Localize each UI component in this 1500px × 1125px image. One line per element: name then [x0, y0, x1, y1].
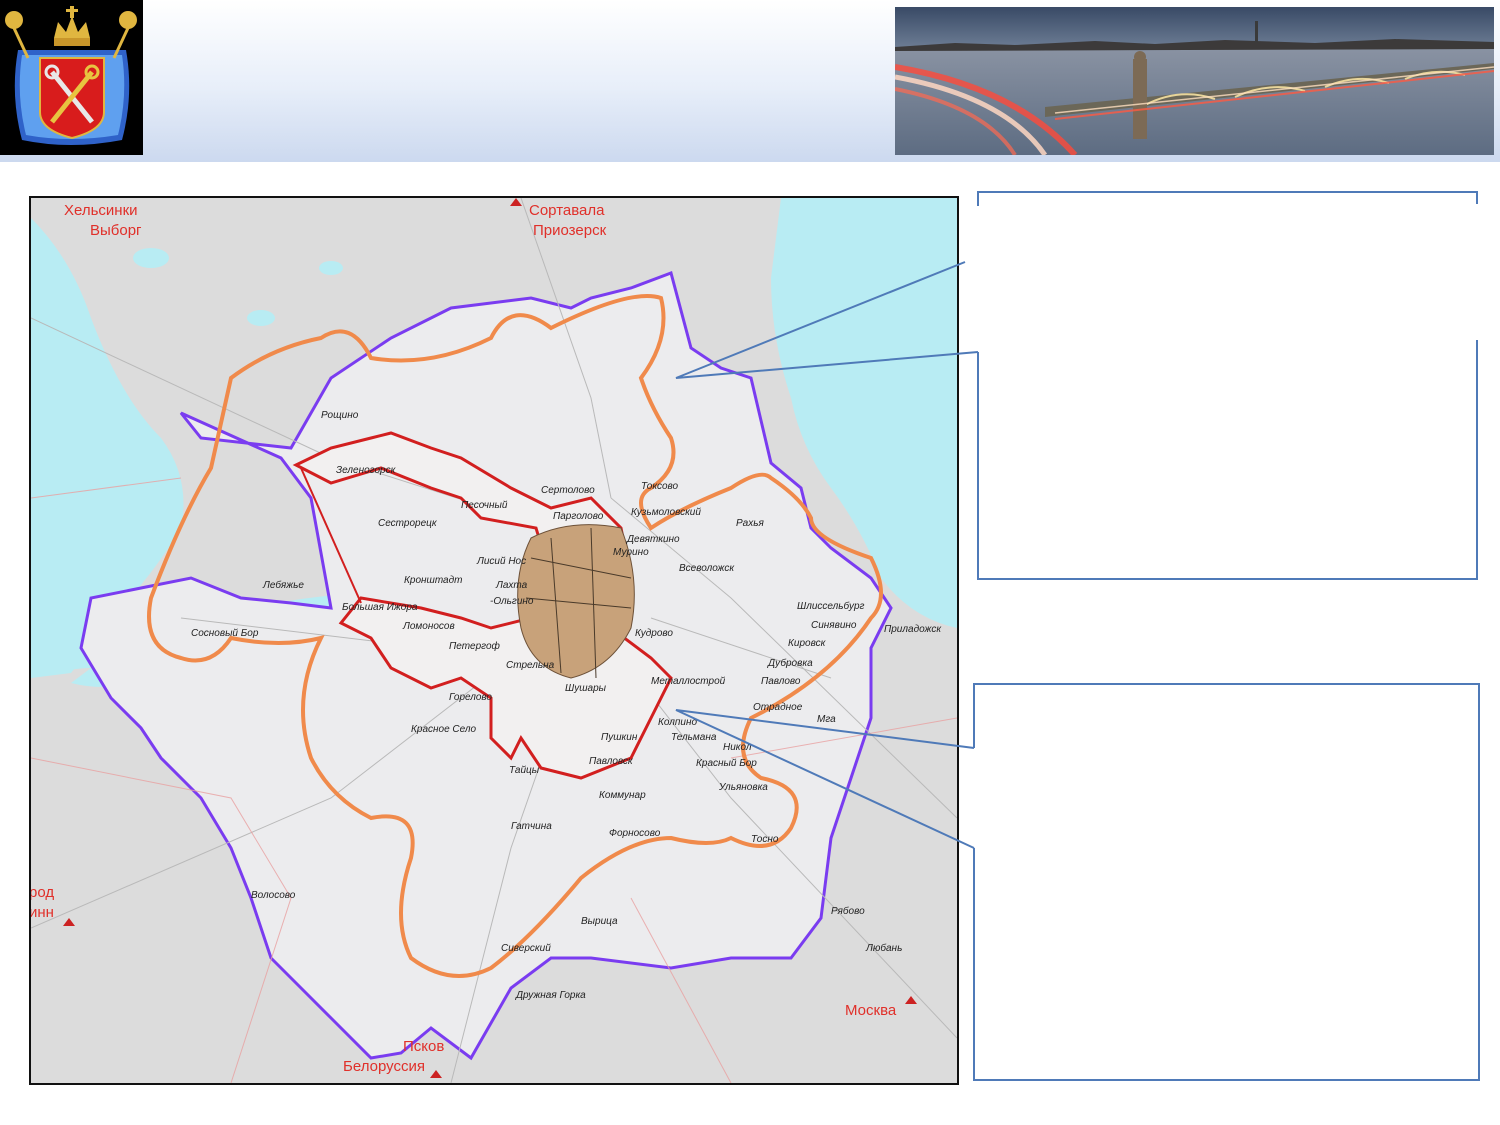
place-krasnoe-selo: Красное Село [411, 724, 477, 735]
place-vyritsa: Вырица [581, 916, 618, 927]
place-rakhya: Рахья [736, 518, 764, 529]
place-kirovsk: Кировск [788, 638, 827, 649]
place-pesochny: Песочный [461, 500, 508, 511]
place-shlisselburg: Шлиссельбург [797, 600, 865, 612]
place-kudrovo: Кудрово [635, 628, 673, 639]
callout-box-top-lower [977, 340, 1478, 580]
place-dubrovka: Дубровка [767, 657, 813, 669]
direction-label-helsinki: Хельсинки [64, 202, 138, 219]
callout-box-top-upper [977, 191, 1478, 206]
place-siversky: Сиверский [501, 943, 551, 954]
place-druzhnaya-gorka: Дружная Горка [515, 990, 586, 1001]
place-priladozhsky: Приладожск [884, 624, 942, 635]
direction-label-tallinn: инн [31, 904, 54, 921]
place-telmana: Тельмана [671, 732, 717, 743]
place-zelenogorsk: Зеленогорск [336, 465, 397, 476]
place-olgino: -Ольгино [490, 596, 534, 607]
place-tosno: Тосно [751, 834, 779, 845]
place-lomonosov: Ломоносов [402, 621, 455, 632]
place-vsevolozhsk: Всеволожск [679, 563, 735, 574]
direction-label-belorussia: Белоруссия [343, 1058, 425, 1075]
place-shushary: Шушары [565, 683, 607, 694]
place-kolpino: Колпино [658, 717, 697, 728]
place-bolshaya-izhora: Большая Ижора [342, 602, 418, 613]
place-kommunar: Коммунар [599, 790, 646, 801]
place-taitsy: Тайцы [509, 765, 540, 776]
trinity-bridge-photo [895, 7, 1494, 155]
place-volosovo: Волосово [251, 890, 296, 901]
place-krasny-bor: Красный Бор [696, 758, 757, 769]
place-sosnovy-bor: Сосновый Бор [191, 628, 259, 639]
direction-label-sortavala: Сортавала [529, 202, 605, 219]
place-ryabovo: Рябово [831, 905, 865, 917]
saint-petersburg-coat-of-arms-icon [0, 0, 143, 155]
regional-map: Хельсинки Выборг Сортавала Приозерск род… [29, 196, 959, 1085]
place-pavlovsk: Павловск [589, 756, 634, 767]
place-otradnoe: Отрадное [753, 702, 803, 713]
place-murino: Мурино [613, 547, 649, 558]
place-kuzmolovsky: Кузьмоловский [631, 507, 701, 518]
direction-label-vyborg: Выборг [90, 222, 142, 239]
place-pavlovo: Павлово [761, 676, 801, 687]
place-gatchina: Гатчина [511, 821, 552, 832]
place-peterhof: Петергоф [449, 640, 501, 652]
direction-label-priozersk: Приозерск [533, 222, 607, 239]
place-strelna: Стрельна [506, 660, 555, 671]
place-kronshtadt: Кронштадт [404, 575, 462, 586]
place-nikolskoe: Никол [723, 742, 752, 753]
place-mga: Мга [817, 714, 836, 725]
place-lyuban: Любань [865, 942, 902, 954]
place-sestroretsk: Сестрорецк [378, 518, 438, 529]
place-lisiy-nos: Лисий Нос [476, 556, 526, 567]
place-roshchino: Рощино [321, 410, 359, 421]
place-devyatkino: Девяткино [626, 534, 680, 545]
direction-label-novgorod: род [31, 884, 54, 901]
direction-label-pskov: Псков [403, 1038, 444, 1055]
callout-box-bottom [973, 683, 1480, 1081]
place-lakhta: Лахта [495, 580, 528, 591]
place-fornosovo: Форносово [609, 828, 661, 839]
map-canvas: Хельсинки Выборг Сортавала Приозерск род… [31, 198, 957, 1083]
place-gorelovo: Горелово [449, 692, 492, 703]
place-toksovo: Токсово [641, 481, 679, 492]
place-lebyazhye: Лебяжье [262, 579, 304, 591]
place-metallostroy: Металлострой [651, 676, 726, 687]
trinity-bridge-night-photo [895, 7, 1494, 155]
place-pushkin: Пушкин [601, 732, 638, 743]
emblem [0, 0, 143, 155]
place-sertolovo: Сертолово [541, 485, 595, 496]
place-sinyavino: Синявино [811, 620, 857, 631]
direction-label-moscow: Москва [845, 1002, 897, 1019]
place-pargolovo: Парголово [553, 511, 604, 522]
place-ulyanovka: Ульяновка [718, 782, 768, 793]
